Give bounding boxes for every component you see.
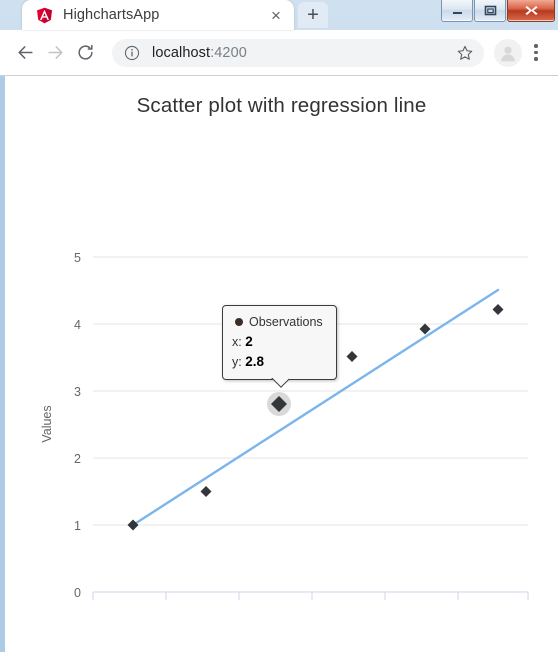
title-bar: HighchartsApp × + <box>0 0 558 30</box>
maximize-icon <box>484 5 496 16</box>
browser-toolbar: localhost:4200 <box>0 30 558 76</box>
y-tick-label-0: 0 <box>74 586 81 600</box>
angular-logo-icon <box>37 7 52 23</box>
chart-tooltip: Observations x: 2 y: 2.8 <box>222 305 337 381</box>
bookmark-star-icon[interactable] <box>452 44 478 62</box>
y-tick-label-1: 1 <box>74 519 81 533</box>
maximize-button[interactable] <box>474 0 506 22</box>
tab-close-icon[interactable]: × <box>266 5 286 25</box>
tooltip-label-x: x: <box>232 335 242 350</box>
page-info-icon[interactable] <box>124 45 140 61</box>
data-point-4[interactable] <box>419 323 431 335</box>
highcharts-container: Scatter plot with regression line 5 4 3 … <box>5 76 558 602</box>
back-arrow-icon <box>17 46 33 59</box>
forward-button[interactable] <box>40 38 70 68</box>
y-tick-label-5: 5 <box>74 251 81 265</box>
info-circle-icon <box>124 45 140 60</box>
data-point-1[interactable] <box>200 486 212 497</box>
y-axis-title: Values <box>40 405 54 442</box>
new-tab-button[interactable]: + <box>298 2 328 28</box>
y-gridlines <box>93 256 528 526</box>
profile-avatar[interactable] <box>494 38 522 67</box>
tooltip-row-y: y: 2.8 <box>232 352 327 372</box>
tooltip-series-name: Observations <box>249 315 323 329</box>
minimize-icon <box>452 12 462 14</box>
tooltip-label-y: y: <box>232 354 242 369</box>
tooltip-header: Observations <box>232 313 327 331</box>
browser-tab[interactable]: HighchartsApp × <box>22 0 294 30</box>
y-tick-label-3: 3 <box>74 385 81 399</box>
url-port: :4200 <box>210 44 247 61</box>
tab-title: HighchartsApp <box>63 7 160 23</box>
y-tick-labels: 5 4 3 2 1 0 <box>74 251 81 600</box>
tooltip-pointer <box>271 378 289 388</box>
address-bar[interactable]: localhost:4200 <box>112 38 484 67</box>
close-button[interactable] <box>507 0 555 22</box>
forward-arrow-icon <box>47 46 63 59</box>
tooltip-value-x: 2 <box>245 334 253 350</box>
tab-strip: HighchartsApp × + <box>8 0 328 30</box>
data-point-3[interactable] <box>346 351 358 362</box>
url-host: localhost <box>152 44 211 61</box>
close-icon <box>524 6 538 15</box>
kebab-dot-2 <box>534 50 538 55</box>
page-viewport: Scatter plot with regression line 5 4 3 … <box>0 76 558 652</box>
browser-menu-button[interactable] <box>524 38 548 68</box>
y-tick-label-4: 4 <box>74 318 81 332</box>
url-text[interactable]: localhost:4200 <box>152 45 452 61</box>
kebab-dot-3 <box>534 57 538 61</box>
kebab-dot-1 <box>534 44 538 48</box>
data-point-5[interactable] <box>492 304 504 315</box>
reload-button[interactable] <box>70 38 100 68</box>
tooltip-value-y: 2.8 <box>245 353 264 369</box>
tooltip-series-bullet-icon <box>235 318 243 327</box>
window-controls <box>440 0 555 22</box>
avatar-icon <box>501 46 515 61</box>
minimize-button[interactable] <box>441 0 473 22</box>
x-axis <box>92 591 529 600</box>
tooltip-row-x: x: 2 <box>232 332 327 352</box>
reload-icon <box>77 44 93 60</box>
y-tick-label-2: 2 <box>74 452 81 466</box>
browser-window: HighchartsApp × + localhost:4200 Scatter… <box>0 0 558 652</box>
star-icon <box>457 45 473 60</box>
back-button[interactable] <box>10 38 40 68</box>
